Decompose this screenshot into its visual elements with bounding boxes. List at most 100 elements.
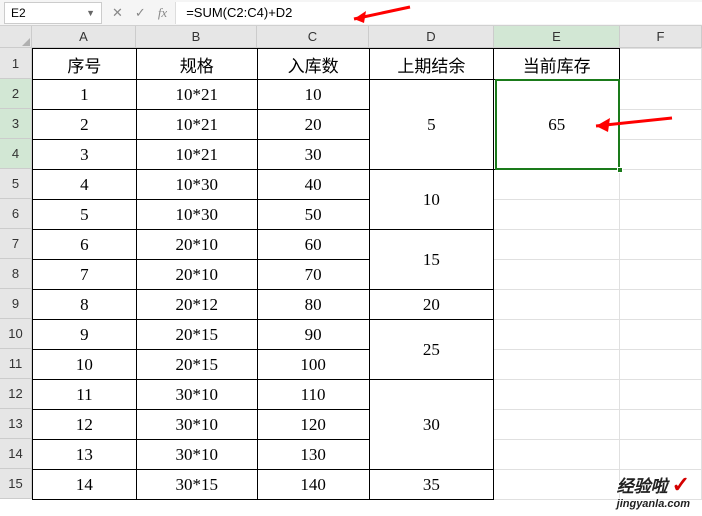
cell-e8[interactable] [494,260,620,290]
cell-b15[interactable]: 30*15 [136,470,257,500]
cell-b2[interactable]: 10*21 [136,80,257,110]
cell-a9[interactable]: 8 [33,290,137,320]
cell-c3[interactable]: 20 [257,110,369,140]
cell-c13[interactable]: 120 [257,410,369,440]
row-header-7[interactable]: 7 [0,229,32,259]
cell-f8[interactable] [620,260,702,290]
accept-icon[interactable]: ✓ [135,5,146,21]
select-all-corner[interactable] [0,26,32,48]
cell-e5[interactable] [494,170,620,200]
col-header-d[interactable]: D [369,26,494,48]
cell-b10[interactable]: 20*15 [136,320,257,350]
cell-f2[interactable] [620,80,702,110]
cell-b13[interactable]: 30*10 [136,410,257,440]
cell-b3[interactable]: 10*21 [136,110,257,140]
cell-e10[interactable] [494,320,620,350]
cells-area[interactable]: 序号规格入库数上期结余当前库存110*2110565210*2120310*21… [32,48,702,500]
cell-a14[interactable]: 13 [33,440,137,470]
cell-a13[interactable]: 12 [33,410,137,440]
cell-e14[interactable] [494,440,620,470]
cell-d-group-1[interactable]: 10 [369,170,494,230]
cell-a12[interactable]: 11 [33,380,137,410]
cell-e13[interactable] [494,410,620,440]
cell-a15[interactable]: 14 [33,470,137,500]
formula-input[interactable]: =SUM(C2:C4)+D2 [175,2,702,24]
cell-c6[interactable]: 50 [257,200,369,230]
cell-f4[interactable] [620,140,702,170]
cell-f11[interactable] [620,350,702,380]
cell-c14[interactable]: 130 [257,440,369,470]
cell-e12[interactable] [494,380,620,410]
header-cell-d[interactable]: 上期结余 [369,49,494,80]
cell-a10[interactable]: 9 [33,320,137,350]
cell-c2[interactable]: 10 [257,80,369,110]
chevron-down-icon[interactable]: ▼ [86,8,95,18]
row-header-12[interactable]: 12 [0,379,32,409]
cell-f6[interactable] [620,200,702,230]
cell-c7[interactable]: 60 [257,230,369,260]
cell-c12[interactable]: 110 [257,380,369,410]
cell-c11[interactable]: 100 [257,350,369,380]
cell-c4[interactable]: 30 [257,140,369,170]
row-header-15[interactable]: 15 [0,469,32,499]
cell-a11[interactable]: 10 [33,350,137,380]
cell-e9[interactable] [494,290,620,320]
cell-c10[interactable]: 90 [257,320,369,350]
cell-f12[interactable] [620,380,702,410]
cell-e6[interactable] [494,200,620,230]
cell-b12[interactable]: 30*10 [136,380,257,410]
cell-b4[interactable]: 10*21 [136,140,257,170]
row-header-11[interactable]: 11 [0,349,32,379]
cell-a6[interactable]: 5 [33,200,137,230]
row-header-4[interactable]: 4 [0,139,32,169]
cell-a4[interactable]: 3 [33,140,137,170]
cell-b9[interactable]: 20*12 [136,290,257,320]
cell-d-group-2[interactable]: 15 [369,230,494,290]
col-header-f[interactable]: F [620,26,702,48]
header-cell-c[interactable]: 入库数 [257,49,369,80]
name-box[interactable]: E2 ▼ [4,2,102,24]
row-header-9[interactable]: 9 [0,289,32,319]
col-header-a[interactable]: A [32,26,136,48]
col-header-e[interactable]: E [494,26,620,48]
cell-e7[interactable] [494,230,620,260]
cancel-icon[interactable]: ✕ [112,5,123,21]
cell-f9[interactable] [620,290,702,320]
cell-a8[interactable]: 7 [33,260,137,290]
row-header-3[interactable]: 3 [0,109,32,139]
cell-c8[interactable]: 70 [257,260,369,290]
header-cell-b[interactable]: 规格 [136,49,257,80]
col-header-b[interactable]: B [136,26,257,48]
cell-d-group-3[interactable]: 20 [369,290,494,320]
row-header-8[interactable]: 8 [0,259,32,289]
cell-c15[interactable]: 140 [257,470,369,500]
row-header-13[interactable]: 13 [0,409,32,439]
cell-f13[interactable] [620,410,702,440]
cell-b5[interactable]: 10*30 [136,170,257,200]
cell-d-group-0[interactable]: 5 [369,80,494,170]
cell-e2[interactable]: 65 [494,80,620,170]
row-header-14[interactable]: 14 [0,439,32,469]
cell-b7[interactable]: 20*10 [136,230,257,260]
cell-c9[interactable]: 80 [257,290,369,320]
row-header-2[interactable]: 2 [0,79,32,109]
header-cell-e[interactable]: 当前库存 [494,49,620,80]
cell-f1[interactable] [620,49,702,80]
cell-e11[interactable] [494,350,620,380]
cell-b6[interactable]: 10*30 [136,200,257,230]
row-header-1[interactable]: 1 [0,48,32,79]
cell-d-group-6[interactable]: 35 [369,470,494,500]
cell-a7[interactable]: 6 [33,230,137,260]
fill-handle[interactable] [617,167,623,173]
cell-b14[interactable]: 30*10 [136,440,257,470]
cell-b11[interactable]: 20*15 [136,350,257,380]
row-header-5[interactable]: 5 [0,169,32,199]
cell-d-group-4[interactable]: 25 [369,320,494,380]
cell-f7[interactable] [620,230,702,260]
cell-a3[interactable]: 2 [33,110,137,140]
cell-a2[interactable]: 1 [33,80,137,110]
cell-a5[interactable]: 4 [33,170,137,200]
cell-f5[interactable] [620,170,702,200]
cell-f14[interactable] [620,440,702,470]
cell-f3[interactable] [620,110,702,140]
